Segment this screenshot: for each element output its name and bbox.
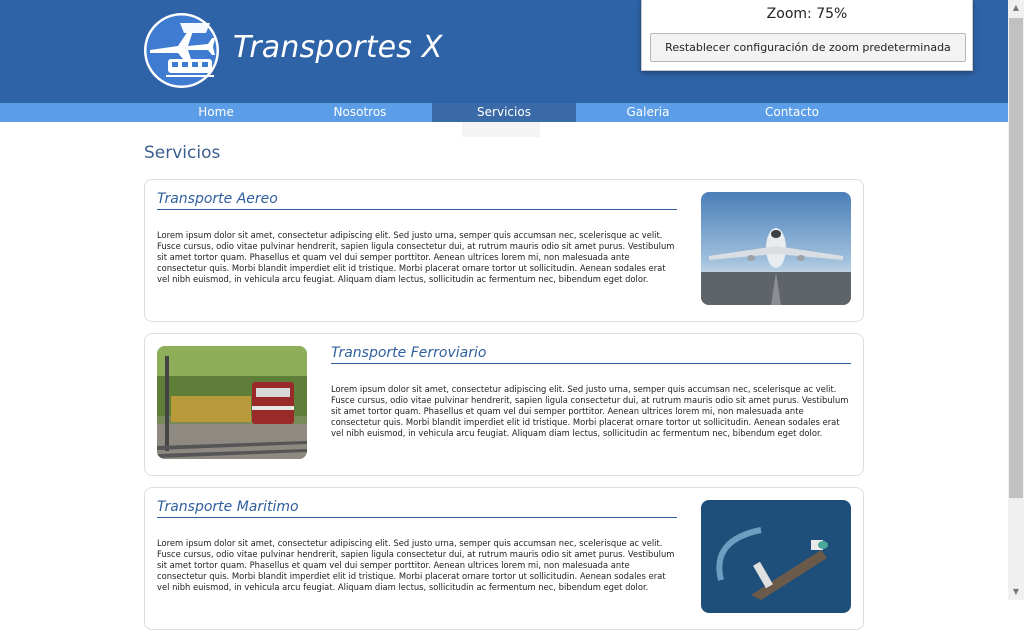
card-title: Transporte Ferroviario [331, 345, 851, 364]
card-text: Lorem ipsum dolor sit amet, consectetur … [331, 384, 849, 438]
service-card-maritimo: Transporte Maritimo Lorem ipsum dolor si… [144, 487, 864, 630]
nav-item-servicios[interactable]: Servicios [432, 103, 576, 122]
nav-item-contacto[interactable]: Contacto [720, 103, 864, 122]
card-text: Lorem ipsum dolor sit amet, consectetur … [157, 538, 675, 592]
service-card-aereo: Transporte Aereo Lorem ipsum dolor sit a… [144, 179, 864, 322]
card-text: Lorem ipsum dolor sit amet, consectetur … [157, 230, 675, 284]
zoom-level-label: Zoom: 75% [766, 6, 848, 22]
service-card-ferroviario: Transporte Ferroviario Lorem ipsum dolor… [144, 333, 864, 476]
zoom-popup: Zoom: 75% Restablecer configuración de z… [641, 0, 973, 71]
ship-image [701, 500, 851, 613]
nav-item-home[interactable]: Home [144, 103, 288, 122]
card-title: Transporte Aereo [157, 191, 677, 210]
nav-item-galeria[interactable]: Galeria [576, 103, 720, 122]
train-image [157, 346, 307, 459]
nav-item-nosotros[interactable]: Nosotros [288, 103, 432, 122]
site-title: Transportes X [233, 30, 443, 65]
scrollbar-thumb[interactable] [1009, 18, 1023, 498]
page-title: Servicios [144, 143, 221, 163]
airplane-image [701, 192, 851, 305]
main-nav: Home Nosotros Servicios Galeria Contacto [0, 103, 1008, 122]
logo-icon [144, 13, 219, 88]
scroll-up-arrow-icon[interactable]: ▲ [1008, 0, 1024, 16]
logo[interactable] [144, 13, 219, 88]
nav-active-indicator [462, 122, 540, 137]
scroll-down-arrow-icon[interactable]: ▼ [1008, 584, 1024, 600]
card-title: Transporte Maritimo [157, 499, 677, 518]
reset-zoom-button[interactable]: Restablecer configuración de zoom predet… [650, 33, 966, 62]
